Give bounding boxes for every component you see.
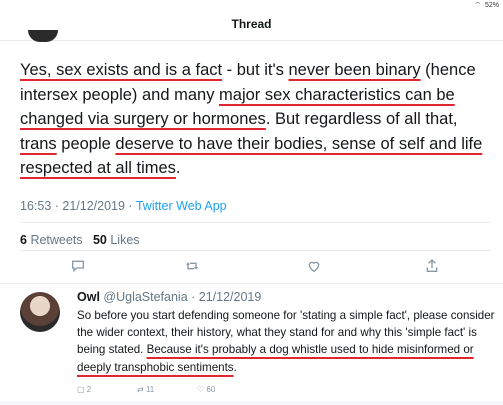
heart-icon[interactable] — [302, 258, 326, 277]
tweet-timestamp: 16:53 · 21/12/2019 · — [20, 199, 136, 213]
reply-count: 2 — [86, 385, 92, 394]
retweet-icon: ⇄ — [137, 385, 144, 394]
retweets-stat[interactable]: 6 Retweets — [20, 233, 83, 247]
divider — [20, 250, 490, 251]
reply-retweet[interactable]: ⇄ 11 — [137, 385, 154, 394]
reply-actions: ▢ 2 ⇄ 11 ♡ 60 — [77, 385, 377, 399]
top-bar: Thread — [0, 0, 503, 41]
like-count: 60 — [206, 385, 216, 394]
reply-handle-date: @UglaStefania · 21/12/2019 — [99, 290, 262, 304]
underlined-text: never been binary — [288, 61, 421, 79]
reply-text: So before you start defending someone fo… — [77, 307, 497, 376]
text-segment: . — [175, 159, 181, 177]
avatar[interactable] — [20, 292, 60, 332]
tweet-text: Yes, sex exists and is a fact - but it's… — [20, 58, 490, 181]
retweet-icon[interactable] — [180, 258, 204, 277]
page-title: Thread — [231, 17, 272, 31]
divider — [0, 283, 503, 284]
text-segment: people — [56, 134, 116, 153]
share-icon[interactable] — [420, 258, 444, 277]
tweet-meta: 16:53 · 21/12/2019 · Twitter Web App — [20, 199, 227, 213]
comment-icon: ▢ — [77, 385, 85, 394]
divider — [0, 401, 503, 405]
reply-like[interactable]: ♡ 60 — [197, 385, 215, 394]
underlined-text: Yes, sex exists and is a fact — [20, 61, 223, 79]
reply-comment[interactable]: ▢ 2 — [77, 385, 91, 394]
retweet-count: 11 — [145, 385, 155, 394]
text-segment: - but it's — [222, 61, 289, 79]
underlined-text: trans — [20, 134, 57, 153]
tweet-stats: 6 Retweets 50 Likes — [20, 233, 140, 247]
heart-icon: ♡ — [197, 385, 205, 394]
comment-icon[interactable] — [66, 258, 90, 277]
tweet-actions — [0, 258, 503, 278]
tweet-source-link[interactable]: Twitter Web App — [136, 199, 227, 213]
reply-author-name[interactable]: Owl — [77, 290, 100, 304]
divider — [20, 222, 490, 223]
likes-stat[interactable]: 50 Likes — [93, 233, 140, 247]
reply-header: Owl @UglaStefania · 21/12/2019 — [77, 290, 261, 304]
text-segment: . But regardless of all that, — [265, 110, 458, 128]
text-segment: . — [233, 360, 237, 374]
